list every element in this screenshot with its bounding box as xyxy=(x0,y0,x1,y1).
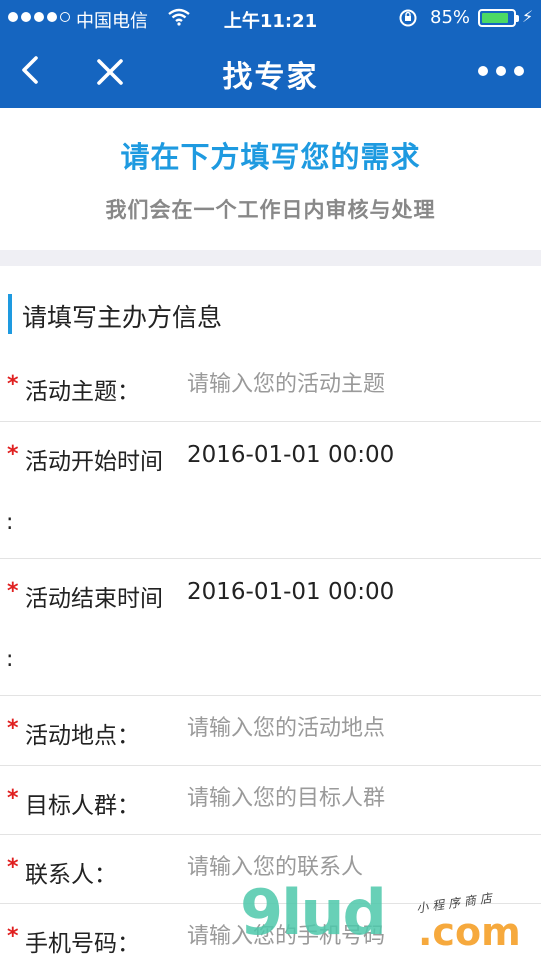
form-row-end-time[interactable]: * 活动结束时间 2016-01-01 00:00 : xyxy=(0,559,541,696)
phone-label: 手机号码： xyxy=(25,931,140,957)
navigation-bar: 找专家 xyxy=(0,36,541,108)
start-time-label: 活动开始时间 xyxy=(25,449,163,475)
battery-percent: 85% xyxy=(430,7,471,28)
form-row-phone: * 手机号码： xyxy=(0,904,541,960)
intro-header: 请在下方填写您的需求 我们会在一个工作日内审核与处理 xyxy=(0,108,541,250)
charging-icon: ⚡ xyxy=(522,7,534,26)
status-bar: 中国电信 上午11:21 85% ⚡ xyxy=(0,0,541,36)
form-row-audience: * 目标人群： xyxy=(0,766,541,835)
form-row-start-time[interactable]: * 活动开始时间 2016-01-01 00:00 : xyxy=(0,422,541,559)
intro-subtitle: 我们会在一个工作日内审核与处理 xyxy=(105,198,436,222)
page-title: 找专家 xyxy=(222,60,319,95)
section-title: 请填写主办方信息 xyxy=(22,303,223,332)
location-input[interactable] xyxy=(187,716,527,741)
start-time-picker[interactable]: 2016-01-01 00:00 xyxy=(187,442,394,468)
rotation-lock-icon xyxy=(398,8,418,33)
section-divider xyxy=(0,250,541,266)
end-time-picker[interactable]: 2016-01-01 00:00 xyxy=(187,579,394,605)
form-row-topic: * 活动主题： xyxy=(0,352,541,422)
more-horizontal-icon[interactable] xyxy=(478,60,524,82)
start-time-label-tail: : xyxy=(6,510,14,535)
required-mark: * xyxy=(7,924,19,949)
audience-label: 目标人群： xyxy=(25,793,140,819)
required-mark: * xyxy=(7,786,19,811)
intro-title: 请在下方填写您的需求 xyxy=(120,140,421,174)
topic-label: 活动主题： xyxy=(25,379,140,405)
section-heading: 请填写主办方信息 xyxy=(0,292,541,336)
end-time-label-tail: : xyxy=(6,647,14,672)
location-label: 活动地点： xyxy=(25,723,140,749)
section-accent-bar xyxy=(8,294,12,334)
battery-fill xyxy=(482,13,508,23)
battery-icon xyxy=(478,9,519,27)
required-mark: * xyxy=(7,855,19,880)
form-row-contact: * 联系人： xyxy=(0,835,541,904)
required-mark: * xyxy=(7,372,19,397)
form-row-location: * 活动地点： xyxy=(0,696,541,766)
required-mark: * xyxy=(7,442,19,467)
phone-input[interactable] xyxy=(187,924,527,949)
contact-label: 联系人： xyxy=(25,862,117,888)
end-time-label: 活动结束时间 xyxy=(25,586,163,612)
contact-input[interactable] xyxy=(187,855,527,880)
topic-input[interactable] xyxy=(187,372,527,397)
audience-input[interactable] xyxy=(187,786,527,811)
required-mark: * xyxy=(7,716,19,741)
required-mark: * xyxy=(7,579,19,604)
